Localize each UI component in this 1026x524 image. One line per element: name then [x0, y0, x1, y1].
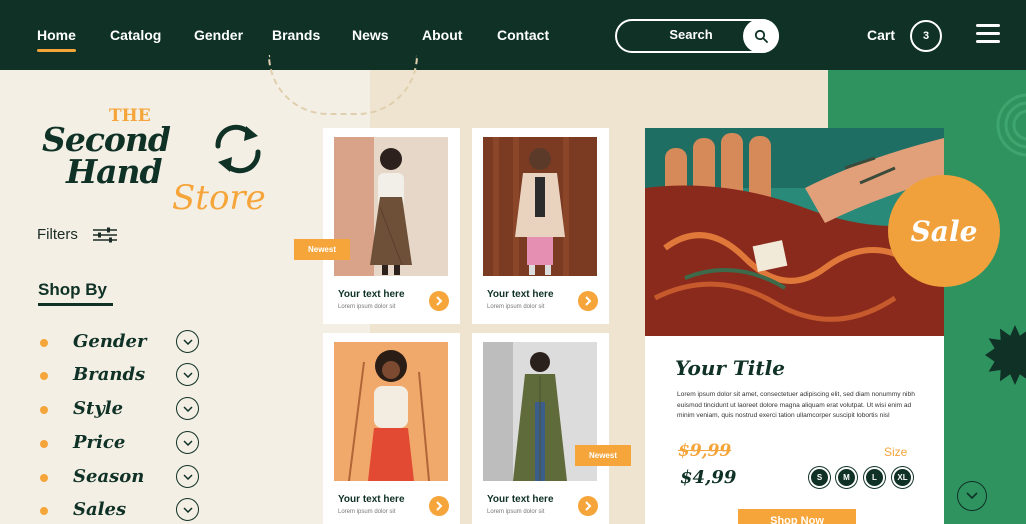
filters-sliders-icon[interactable] [93, 227, 117, 243]
nav-link-home[interactable]: Home [37, 27, 76, 52]
sale-price: $4,99 [680, 467, 737, 488]
size-option-s[interactable]: S [809, 467, 830, 488]
chevron-down-icon[interactable] [176, 330, 199, 353]
size-option-l[interactable]: L [864, 467, 885, 488]
product-title: Your text here [338, 494, 405, 505]
chevron-down-icon[interactable] [176, 498, 199, 521]
chevron-down-icon[interactable] [176, 431, 199, 454]
search-icon [754, 29, 768, 43]
chevron-down-icon [966, 492, 978, 500]
size-option-m[interactable]: M [836, 467, 857, 488]
product-subtitle: Lorem ipsum dolor sit [338, 304, 396, 310]
nav-link-news[interactable]: News [352, 27, 389, 43]
category-label: Price [73, 432, 126, 453]
category-label: Gender [73, 331, 147, 352]
category-item-sales[interactable]: Sales [38, 498, 208, 524]
arrow-right-icon[interactable] [578, 496, 598, 516]
newest-tag: Newest [294, 239, 350, 260]
size-label: Size [884, 445, 908, 459]
category-label: Brands [73, 364, 146, 385]
original-price: $9,99 [678, 441, 732, 461]
newest-tag: Newest [575, 445, 631, 466]
category-label: Style [73, 398, 124, 419]
category-item-season[interactable]: Season [38, 465, 208, 491]
category-item-gender[interactable]: Gender [38, 330, 208, 356]
search-button[interactable] [743, 19, 779, 53]
category-item-price[interactable]: Price [38, 431, 208, 457]
nav-link-gender[interactable]: Gender [194, 27, 243, 43]
product-title: Your text here [487, 494, 554, 505]
scroll-down-button[interactable] [957, 481, 987, 511]
feature-title: Your Title [675, 356, 785, 380]
category-item-brands[interactable]: Brands [38, 363, 208, 389]
hamburger-menu-icon[interactable] [976, 24, 1000, 44]
product-card[interactable]: Your text here Lorem ipsum dolor sit [472, 333, 609, 524]
size-option-xl[interactable]: XL [892, 467, 913, 488]
category-item-style[interactable]: Style [38, 397, 208, 423]
chevron-down-icon[interactable] [176, 465, 199, 488]
shop-now-button[interactable]: Shop Now [738, 509, 856, 524]
nav-link-catalog[interactable]: Catalog [110, 27, 161, 43]
product-subtitle: Lorem ipsum dolor sit [487, 509, 545, 515]
feature-description: Lorem ipsum dolor sit amet, consectetuer… [677, 391, 915, 419]
bullet-dot [40, 372, 48, 380]
recycle-arrows-icon [215, 124, 261, 174]
bullet-dot [40, 406, 48, 414]
search-box [615, 19, 779, 53]
nav-link-contact[interactable]: Contact [497, 27, 549, 43]
product-photo[interactable] [483, 137, 597, 276]
chevron-down-icon[interactable] [176, 363, 199, 386]
search-input[interactable] [631, 27, 751, 42]
product-subtitle: Lorem ipsum dolor sit [487, 304, 545, 310]
category-label: Season [73, 466, 145, 487]
arrow-right-icon[interactable] [578, 291, 598, 311]
nav-link-brands[interactable]: Brands [272, 27, 320, 43]
category-label: Sales [73, 499, 127, 520]
chevron-down-icon[interactable] [176, 397, 199, 420]
bullet-dot [40, 339, 48, 347]
product-card[interactable]: Your text here Lorem ipsum dolor sit [323, 128, 460, 324]
product-photo[interactable] [334, 137, 448, 276]
cart-count-badge[interactable]: 3 [910, 20, 942, 52]
bullet-dot [40, 507, 48, 515]
product-card[interactable]: Your text here Lorem ipsum dolor sit [472, 128, 609, 324]
arrow-right-icon[interactable] [429, 291, 449, 311]
product-subtitle: Lorem ipsum dolor sit [338, 509, 396, 515]
bullet-dot [40, 440, 48, 448]
store-logo[interactable]: THE Second Hand Store [42, 106, 282, 224]
filters-toggle[interactable]: Filters [37, 226, 78, 243]
arrow-right-icon[interactable] [429, 496, 449, 516]
product-card[interactable]: Your text here Lorem ipsum dolor sit [323, 333, 460, 524]
feature-product-card: Your Title Lorem ipsum dolor sit amet, c… [645, 336, 944, 524]
decorative-rings [996, 93, 1026, 157]
shop-by-underline [38, 303, 113, 306]
bullet-dot [40, 474, 48, 482]
product-title: Your text here [487, 289, 554, 300]
product-photo[interactable] [334, 342, 448, 481]
logo-hand-text: Hand [66, 152, 163, 191]
logo-store-text: Store [172, 178, 266, 218]
top-nav-bar: Home Catalog Gender Brands News About Co… [0, 0, 1026, 70]
shop-by-heading: Shop By [38, 280, 107, 299]
cart-link[interactable]: Cart [867, 27, 895, 43]
sale-badge: Sale [888, 175, 1000, 287]
nav-link-about[interactable]: About [422, 27, 462, 43]
product-title: Your text here [338, 289, 405, 300]
